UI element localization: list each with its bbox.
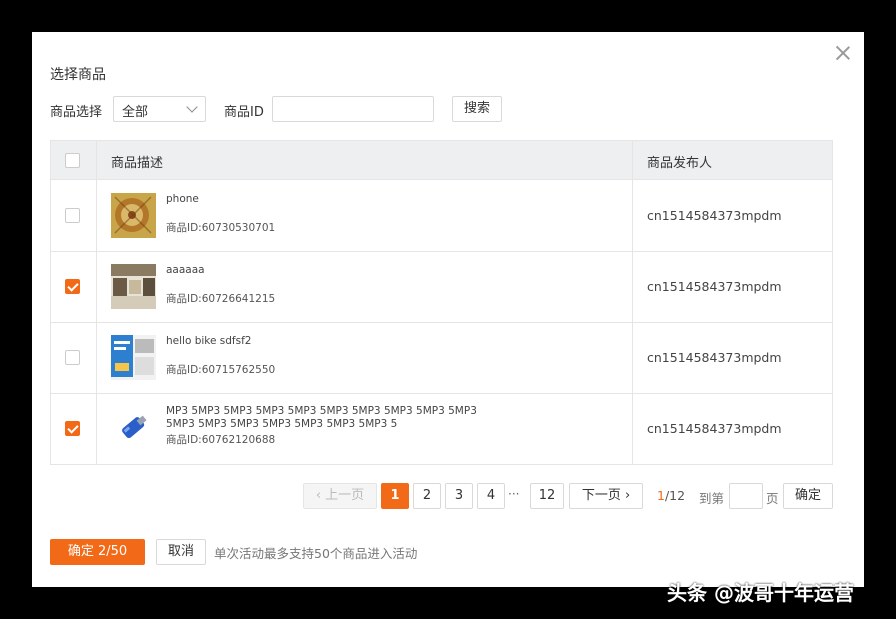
table-row: aaaaaa 商品ID:60726641215 cn1514584373mpdm bbox=[51, 252, 832, 323]
cancel-button[interactable]: 取消 bbox=[156, 539, 206, 565]
product-name: hello bike sdfsf2 bbox=[166, 335, 252, 347]
table-header: 商品描述 商品发布人 bbox=[51, 141, 832, 180]
chevron-right-icon: › bbox=[620, 488, 631, 503]
product-id: 商品ID:60762120688 bbox=[166, 434, 276, 446]
product-id: 商品ID:60715762550 bbox=[166, 364, 276, 376]
product-image bbox=[111, 193, 156, 238]
watermark: 头条 @波哥十年运营 bbox=[667, 581, 854, 605]
product-image bbox=[111, 335, 156, 380]
select-product-dialog: 选择商品 商品选择 全部 商品ID 搜索 商品描述 商品发布人 phone 商品… bbox=[32, 32, 864, 587]
table-row: MP3 5MP3 5MP3 5MP3 5MP3 5MP3 5MP3 5MP3 5… bbox=[51, 394, 832, 465]
category-select-value: 全部 bbox=[122, 105, 149, 120]
goto-confirm-button[interactable]: 确定 bbox=[783, 483, 833, 509]
dialog-title: 选择商品 bbox=[50, 67, 106, 83]
page-button-2[interactable]: 2 bbox=[413, 483, 441, 509]
product-publisher: cn1514584373mpdm bbox=[647, 421, 782, 436]
page-button-3[interactable]: 3 bbox=[445, 483, 473, 509]
product-table: 商品描述 商品发布人 phone 商品ID:60730530701 cn1514… bbox=[50, 140, 833, 465]
product-id: 商品ID:60726641215 bbox=[166, 293, 276, 305]
next-page-button[interactable]: 下一页 › bbox=[569, 483, 643, 509]
total-pages: /12 bbox=[664, 488, 686, 503]
page-indicator: 1/12 bbox=[657, 488, 685, 503]
product-publisher: cn1514584373mpdm bbox=[647, 208, 782, 223]
category-label: 商品选择 bbox=[50, 105, 103, 120]
goto-label: 到第 bbox=[699, 491, 725, 506]
row-checkbox[interactable] bbox=[65, 208, 80, 223]
header-description: 商品描述 bbox=[111, 156, 164, 171]
row-checkbox[interactable] bbox=[65, 350, 80, 365]
row-checkbox[interactable] bbox=[65, 279, 80, 294]
prev-page-button[interactable]: ‹ 上一页 bbox=[303, 483, 377, 509]
product-id-input[interactable] bbox=[272, 96, 434, 122]
goto-page-input[interactable] bbox=[729, 483, 763, 509]
product-name: phone bbox=[166, 193, 199, 205]
product-image bbox=[111, 264, 156, 309]
row-checkbox[interactable] bbox=[65, 421, 80, 436]
chevron-down-icon bbox=[186, 101, 198, 113]
page-button-12[interactable]: 12 bbox=[530, 483, 564, 509]
table-row: hello bike sdfsf2 商品ID:60715762550 cn151… bbox=[51, 323, 832, 394]
product-publisher: cn1514584373mpdm bbox=[647, 279, 782, 294]
prev-page-label: 上一页 bbox=[325, 488, 365, 503]
product-publisher: cn1514584373mpdm bbox=[647, 350, 782, 365]
product-image bbox=[111, 406, 156, 451]
header-publisher: 商品发布人 bbox=[647, 156, 713, 171]
page-button-4[interactable]: 4 bbox=[477, 483, 505, 509]
chevron-left-icon: ‹ bbox=[315, 488, 326, 503]
pagination-ellipsis: ··· bbox=[508, 487, 520, 501]
product-name: MP3 5MP3 5MP3 5MP3 5MP3 5MP3 5MP3 5MP3 5… bbox=[166, 405, 477, 430]
goto-suffix: 页 bbox=[766, 491, 779, 506]
next-page-label: 下一页 bbox=[581, 488, 621, 503]
confirm-button[interactable]: 确定 2/50 bbox=[50, 539, 145, 565]
current-page: 1 bbox=[657, 488, 665, 503]
limit-note: 单次活动最多支持50个商品进入活动 bbox=[214, 546, 418, 561]
search-button[interactable]: 搜索 bbox=[452, 96, 502, 122]
select-all-checkbox[interactable] bbox=[65, 153, 80, 168]
category-select[interactable]: 全部 bbox=[113, 96, 206, 122]
product-name: aaaaaa bbox=[166, 264, 205, 276]
product-id: 商品ID:60730530701 bbox=[166, 222, 276, 234]
page-button-1[interactable]: 1 bbox=[381, 483, 409, 509]
close-icon[interactable] bbox=[834, 44, 852, 62]
product-id-label: 商品ID bbox=[224, 105, 264, 120]
table-row: phone 商品ID:60730530701 cn1514584373mpdm bbox=[51, 181, 832, 252]
